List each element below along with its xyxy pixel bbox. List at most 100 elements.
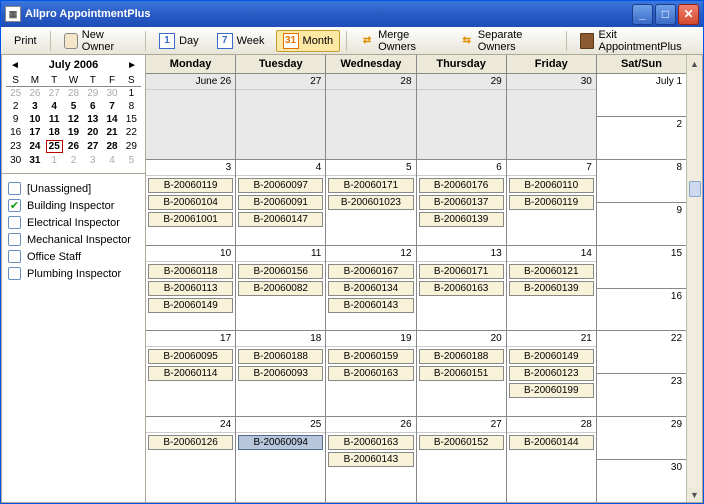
checkbox[interactable]: ✔ xyxy=(8,199,21,212)
day-cell[interactable]: 10B-20060118B-20060113B-20060149 xyxy=(146,246,236,331)
appointment[interactable]: B-20060171 xyxy=(419,264,504,279)
mini-cal-day[interactable]: 2 xyxy=(64,154,83,167)
day-number[interactable]: 19 xyxy=(326,331,415,347)
day-cell[interactable]: 12B-20060167B-20060134B-20060143 xyxy=(326,246,416,331)
saturday-cell[interactable]: 8 xyxy=(597,160,686,203)
mini-cal-day[interactable]: 19 xyxy=(64,126,83,139)
day-cell[interactable]: 14B-20060121B-20060139 xyxy=(507,246,597,331)
mini-cal-day[interactable]: 2 xyxy=(6,100,25,113)
mini-cal-day[interactable]: 26 xyxy=(25,87,44,101)
appointment[interactable]: B-20060163 xyxy=(419,281,504,296)
print-button[interactable]: Print xyxy=(7,32,44,50)
mini-cal-day[interactable]: 17 xyxy=(25,126,44,139)
day-number[interactable]: 29 xyxy=(417,74,506,90)
day-number[interactable]: 2 xyxy=(597,117,686,132)
day-number[interactable]: 5 xyxy=(326,160,415,176)
mini-cal-day[interactable]: 13 xyxy=(83,113,102,126)
day-cell[interactable]: 26B-20060163B-20060143 xyxy=(326,417,416,502)
scroll-down-button[interactable]: ▼ xyxy=(690,488,699,502)
day-cell[interactable]: 25 B-20060094 xyxy=(236,417,326,502)
mini-cal-day[interactable]: 28 xyxy=(102,139,121,154)
day-number[interactable]: 28 xyxy=(507,417,596,433)
day-number[interactable]: 15 xyxy=(597,246,686,261)
checkbox[interactable] xyxy=(8,233,21,246)
merge-owners-button[interactable]: ⇄Merge Owners xyxy=(353,26,449,56)
day-cell[interactable]: 20B-20060188B-20060151 xyxy=(417,331,507,416)
appointment[interactable]: B-200601023 xyxy=(328,195,413,210)
day-number[interactable]: 20 xyxy=(417,331,506,347)
day-cell[interactable]: 29 xyxy=(417,74,507,159)
minimize-button[interactable]: _ xyxy=(632,4,653,25)
week-view-button[interactable]: 7Week xyxy=(210,30,272,52)
close-button[interactable]: ✕ xyxy=(678,4,699,25)
day-cell[interactable]: June 26 xyxy=(146,74,236,159)
mini-cal-day[interactable]: 27 xyxy=(83,139,102,154)
day-number[interactable]: 16 xyxy=(597,289,686,304)
appointment[interactable]: B-20060121 xyxy=(509,264,594,279)
sunday-cell[interactable]: 9 xyxy=(597,203,686,245)
appointment[interactable]: B-20060104 xyxy=(148,195,233,210)
appointment[interactable]: B-20060144 xyxy=(509,435,594,450)
appointment[interactable]: B-20060143 xyxy=(328,452,413,467)
next-month-button[interactable]: ► xyxy=(123,60,141,71)
mini-cal-day[interactable]: 1 xyxy=(45,154,64,167)
day-number[interactable]: June 26 xyxy=(146,74,235,90)
saturday-cell[interactable]: 22 xyxy=(597,331,686,374)
appointment[interactable]: B-20060156 xyxy=(238,264,323,279)
appointment[interactable]: B-20060188 xyxy=(238,349,323,364)
mini-cal-day[interactable]: 12 xyxy=(64,113,83,126)
appointment[interactable]: B-20061001 xyxy=(148,212,233,227)
mini-cal-day[interactable]: 21 xyxy=(102,126,121,139)
mini-cal-day[interactable]: 20 xyxy=(83,126,102,139)
day-number[interactable]: 21 xyxy=(507,331,596,347)
day-number[interactable]: 18 xyxy=(236,331,325,347)
day-cell[interactable]: 21B-20060149B-20060123B-20060199 xyxy=(507,331,597,416)
mini-cal-day[interactable]: 5 xyxy=(122,154,141,167)
day-number[interactable]: 22 xyxy=(597,331,686,346)
appointment[interactable]: B-20060143 xyxy=(328,298,413,313)
day-number[interactable]: 23 xyxy=(597,374,686,389)
day-cell[interactable]: 13B-20060171B-20060163 xyxy=(417,246,507,331)
saturday-cell[interactable]: 29 xyxy=(597,417,686,460)
mini-cal-day[interactable]: 15 xyxy=(122,113,141,126)
mini-cal-day[interactable]: 28 xyxy=(64,87,83,101)
filter-row[interactable]: Office Staff xyxy=(8,248,139,265)
day-number[interactable]: 26 xyxy=(326,417,415,433)
day-number[interactable]: 30 xyxy=(507,74,596,90)
day-number[interactable]: 14 xyxy=(507,246,596,262)
mini-cal-day[interactable]: 3 xyxy=(25,100,44,113)
mini-cal-day[interactable]: 31 xyxy=(25,154,44,167)
day-number[interactable]: 25 xyxy=(236,417,325,433)
maximize-button[interactable]: □ xyxy=(655,4,676,25)
appointment[interactable]: B-20060097 xyxy=(238,178,323,193)
day-cell[interactable]: 6B-20060176B-20060137B-20060139 xyxy=(417,160,507,245)
checkbox[interactable] xyxy=(8,182,21,195)
appointment[interactable]: B-20060094 xyxy=(238,435,323,450)
appointment[interactable]: B-20060093 xyxy=(238,366,323,381)
appointment[interactable]: B-20060199 xyxy=(509,383,594,398)
checkbox[interactable] xyxy=(8,267,21,280)
appointment[interactable]: B-20060123 xyxy=(509,366,594,381)
mini-cal-day[interactable]: 27 xyxy=(45,87,64,101)
mini-cal-day[interactable]: 9 xyxy=(6,113,25,126)
day-number[interactable]: 9 xyxy=(597,203,686,218)
sunday-cell[interactable]: 16 xyxy=(597,289,686,331)
day-number[interactable]: 7 xyxy=(507,160,596,176)
mini-cal-day[interactable]: 14 xyxy=(102,113,121,126)
day-number[interactable]: 3 xyxy=(146,160,235,176)
separate-owners-button[interactable]: ⇆Separate Owners xyxy=(453,26,561,56)
mini-cal-day[interactable]: 29 xyxy=(83,87,102,101)
month-view-button[interactable]: 31Month xyxy=(276,30,341,52)
day-number[interactable]: 24 xyxy=(146,417,235,433)
day-cell[interactable]: 17B-20060095B-20060114 xyxy=(146,331,236,416)
mini-cal-day[interactable]: 3 xyxy=(83,154,102,167)
appointment[interactable]: B-20060176 xyxy=(419,178,504,193)
day-number[interactable]: 17 xyxy=(146,331,235,347)
vertical-scrollbar[interactable]: ▲ ▼ xyxy=(686,55,702,502)
checkbox[interactable] xyxy=(8,216,21,229)
mini-cal-day[interactable]: 10 xyxy=(25,113,44,126)
day-view-button[interactable]: 1Day xyxy=(152,30,206,52)
day-cell[interactable]: 18 B-20060188 B-20060093 xyxy=(236,331,326,416)
mini-cal-day[interactable]: 24 xyxy=(25,139,44,154)
appointment[interactable]: B-20060137 xyxy=(419,195,504,210)
